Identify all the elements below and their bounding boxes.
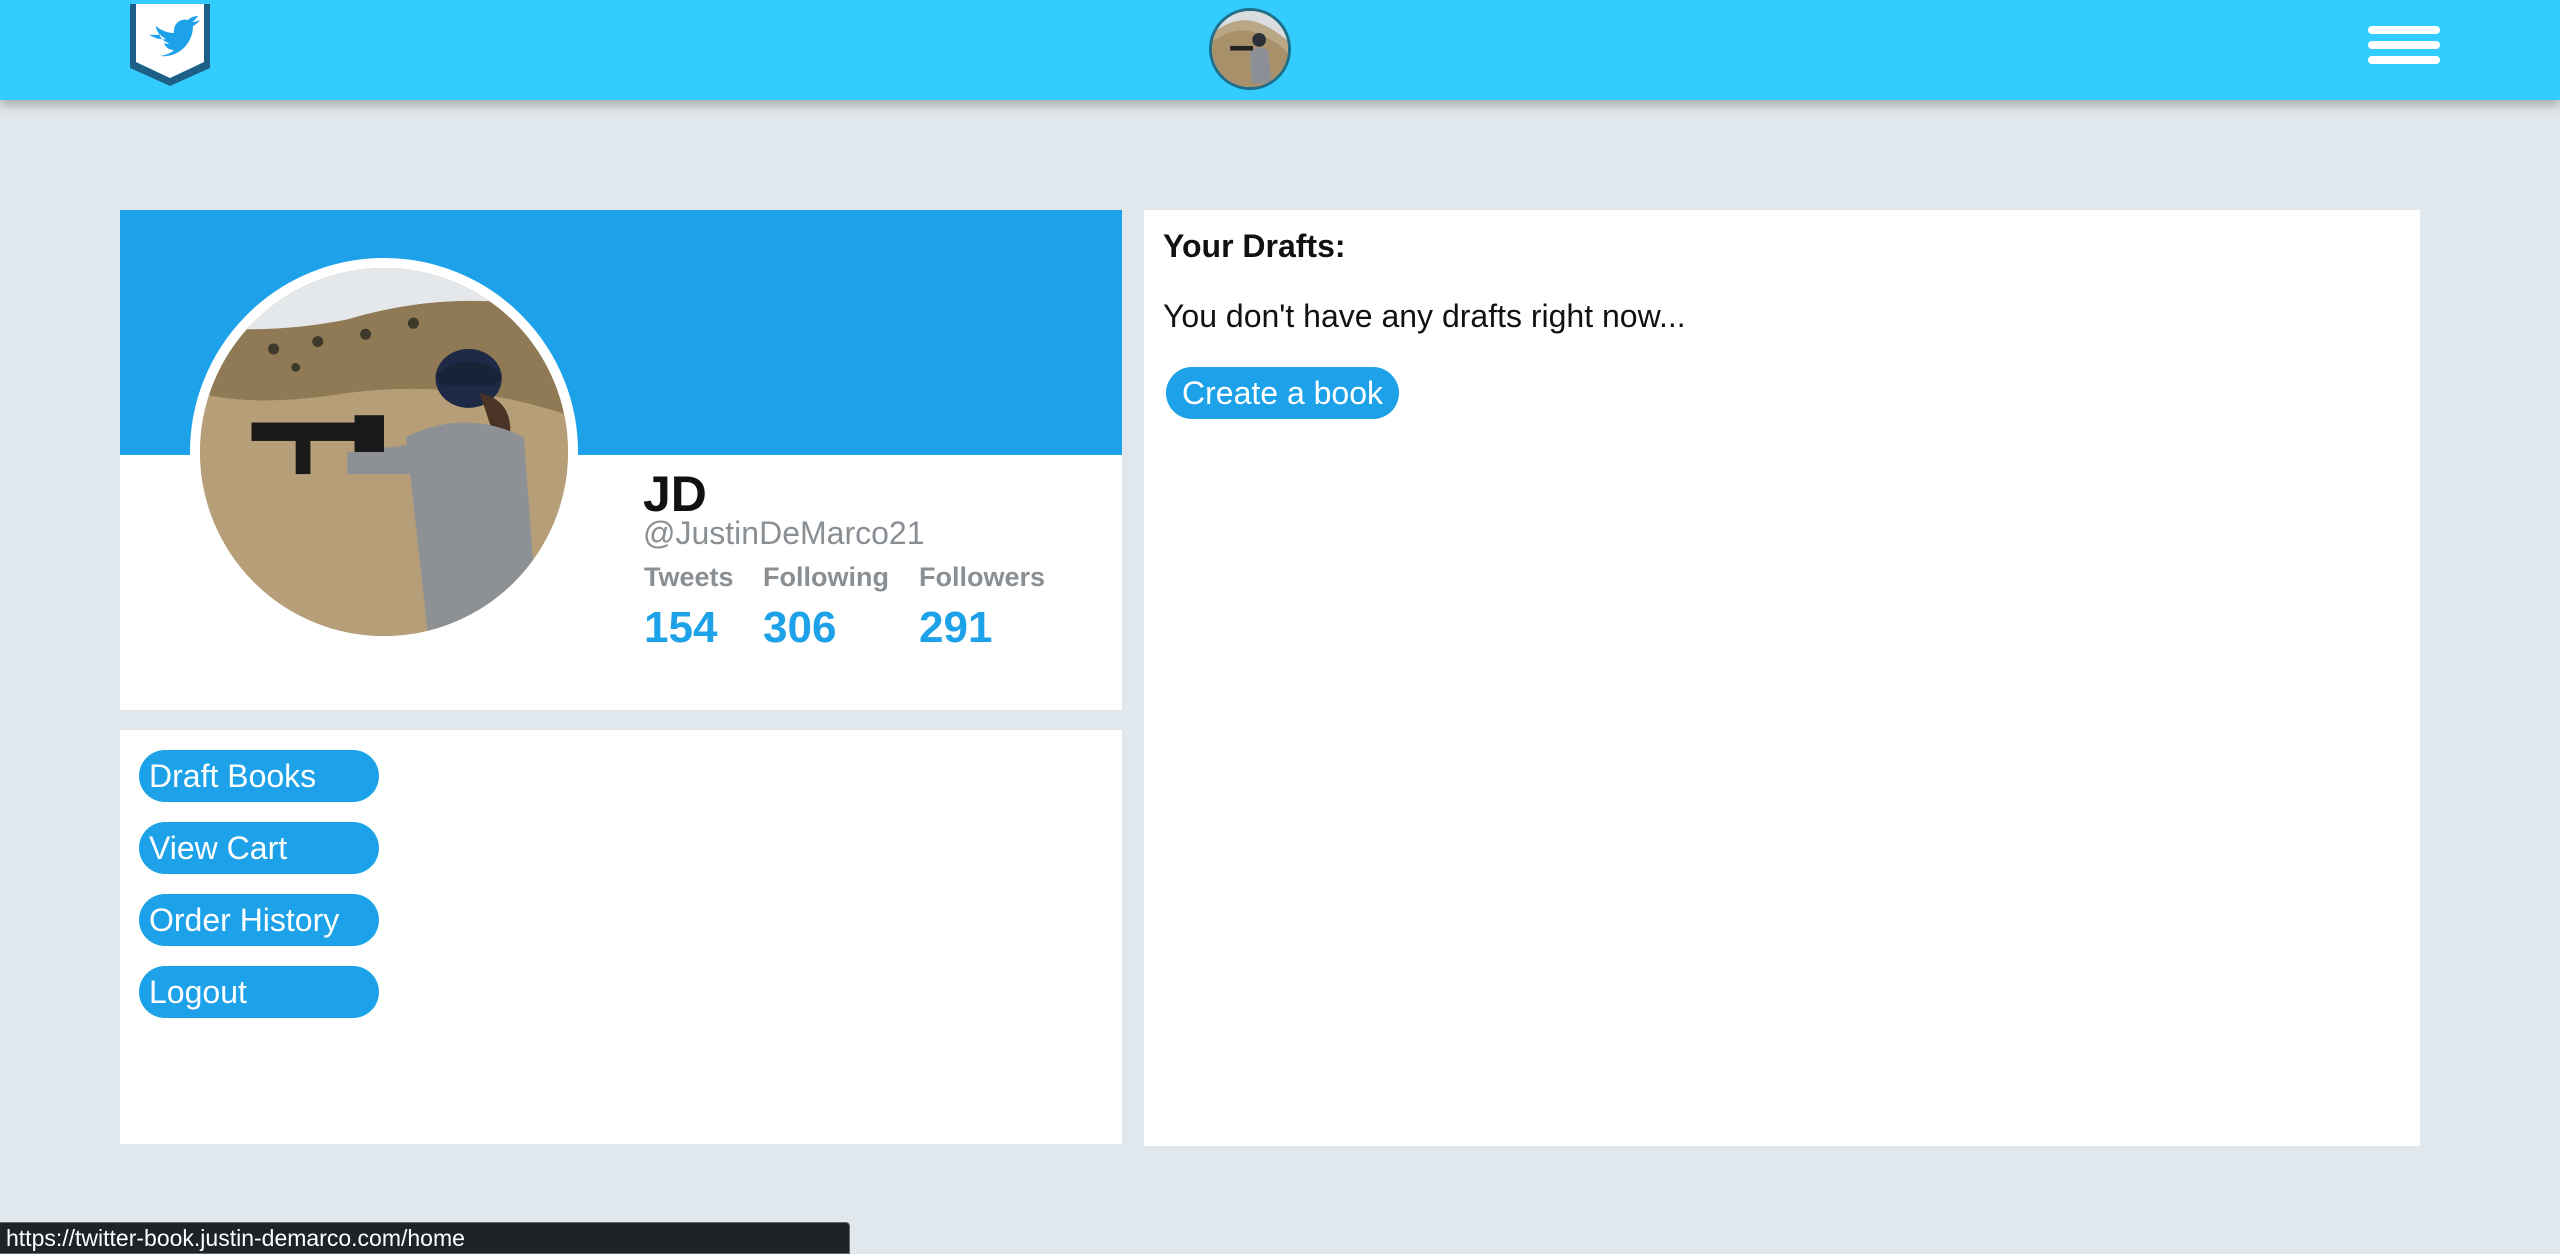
- stat-following[interactable]: Following 306: [763, 562, 889, 653]
- stat-value: 291: [919, 603, 993, 652]
- stat-tweets[interactable]: Tweets 154: [644, 562, 734, 653]
- create-book-button[interactable]: Create a book: [1166, 367, 1400, 419]
- draft-books-button[interactable]: Draft Books: [139, 750, 379, 802]
- menu-line: [2368, 26, 2440, 34]
- stat-followers[interactable]: Followers 291: [919, 562, 1045, 653]
- header-avatar[interactable]: [1209, 8, 1291, 90]
- view-cart-button[interactable]: View Cart: [139, 822, 379, 874]
- status-bar-url: https://twitter-book.justin-demarco.com/…: [0, 1222, 850, 1254]
- stat-value: 154: [644, 603, 718, 652]
- stat-label: Tweets: [644, 562, 734, 592]
- logout-button[interactable]: Logout: [139, 966, 379, 1018]
- top-nav-bar: [0, 0, 2560, 100]
- twitter-book-logo-icon[interactable]: [124, 4, 216, 88]
- profile-card: JD @JustinDeMarco21 Tweets 154 Following…: [120, 210, 1122, 710]
- hamburger-menu-icon[interactable]: [2368, 26, 2440, 76]
- profile-handle: @JustinDeMarco21: [643, 515, 925, 551]
- menu-line: [2368, 41, 2440, 49]
- drafts-card: Your Drafts: You don't have any drafts r…: [1144, 210, 2420, 1146]
- profile-photo: [190, 258, 578, 646]
- stat-label: Followers: [919, 562, 1046, 592]
- order-history-button[interactable]: Order History: [139, 894, 379, 946]
- menu-line: [2368, 56, 2440, 64]
- stat-label: Following: [763, 562, 889, 592]
- drafts-empty-message: You don't have any drafts right now...: [1163, 298, 1686, 334]
- stat-value: 306: [763, 603, 837, 652]
- drafts-title: Your Drafts:: [1163, 228, 1346, 264]
- account-menu-card: Draft Books View Cart Order History Logo…: [120, 730, 1122, 1144]
